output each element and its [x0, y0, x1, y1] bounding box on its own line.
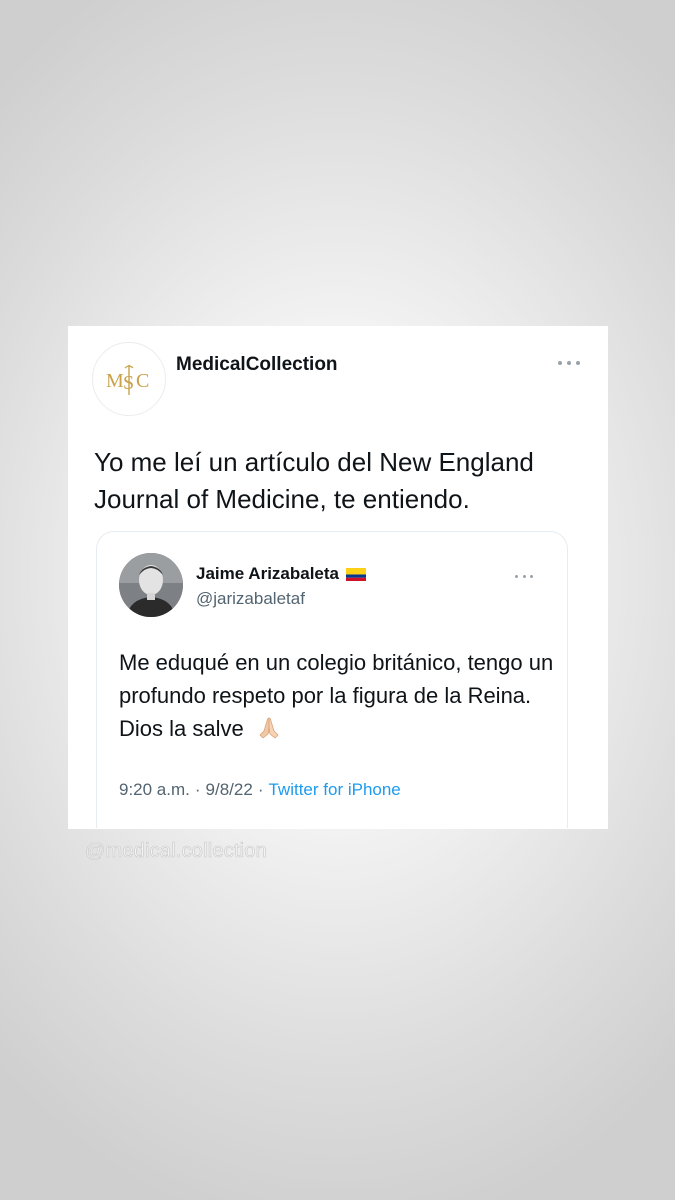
quoted-author-handle[interactable]: @jarizabaletaf [196, 589, 305, 609]
meta-separator: · [257, 780, 264, 799]
colombia-flag-icon [346, 567, 366, 581]
tweet-card: M C S MedicalCollection Yo me leí un art… [68, 326, 608, 829]
quoted-author-row: Jaime Arizabaleta [196, 564, 366, 584]
watermark-text: @medical.collection [85, 840, 267, 863]
tweet-text: Yo me leí un artículo del New England Jo… [94, 447, 534, 514]
tweet-author-name[interactable]: MedicalCollection [176, 354, 338, 376]
quoted-author-name[interactable]: Jaime Arizabaleta [196, 564, 339, 584]
quoted-author-avatar[interactable] [119, 553, 183, 617]
quoted-more-options-icon[interactable] [515, 574, 533, 578]
quoted-tweet[interactable]: Jaime Arizabaleta @jarizabaletaf Me eduq… [96, 531, 568, 828]
tweet-time[interactable]: 9:20 a.m. [119, 780, 190, 799]
svg-text:S: S [123, 372, 134, 394]
svg-text:M: M [106, 370, 124, 392]
person-avatar-icon [119, 553, 183, 617]
tweet-date[interactable]: 9/8/22 [206, 780, 253, 799]
quoted-tweet-metadata: 9:20 a.m. · 9/8/22 · Twitter for iPhone [119, 780, 401, 800]
svg-text:C: C [136, 370, 149, 392]
tweet-source-link[interactable]: Twitter for iPhone [268, 780, 400, 799]
quoted-tweet-text-container: Me eduqué en un colegio británico, tengo… [119, 646, 559, 745]
medicalcollection-logo-avatar[interactable]: M C S [92, 342, 166, 416]
more-options-icon[interactable] [558, 360, 580, 366]
praying-hands-icon [259, 717, 279, 739]
msc-logo-icon: M C S [106, 365, 149, 395]
meta-separator: · [194, 780, 201, 799]
quoted-tweet-text: Me eduqué en un colegio británico, tengo… [119, 650, 554, 741]
